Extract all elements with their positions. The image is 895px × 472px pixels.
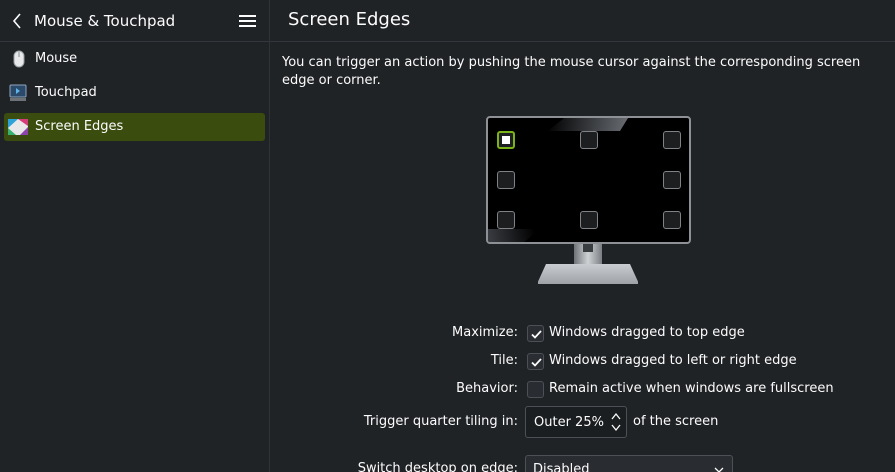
hamburger-menu-button[interactable] xyxy=(238,12,258,30)
edge-bottom-left[interactable] xyxy=(497,211,515,229)
tile-label: Tile: xyxy=(490,353,518,368)
sidebar-item-label: Touchpad xyxy=(35,85,97,100)
checkmark-icon xyxy=(531,358,542,367)
sidebar-title: Mouse & Touchpad xyxy=(34,12,176,30)
quarter-tiling-suffix: of the screen xyxy=(633,414,719,429)
maximize-label: Maximize: xyxy=(452,325,518,340)
sidebar-divider xyxy=(269,0,270,472)
mouse-icon xyxy=(13,50,25,68)
edge-bottom-right[interactable] xyxy=(663,211,681,229)
behavior-checkbox[interactable] xyxy=(527,381,544,398)
touchpad-icon xyxy=(9,84,27,101)
tile-option-label[interactable]: Windows dragged to left or right edge xyxy=(549,353,797,369)
sidebar-item-label: Screen Edges xyxy=(35,119,124,134)
quarter-tiling-label: Trigger quarter tiling in: xyxy=(363,414,518,429)
back-button[interactable] xyxy=(9,11,27,31)
edge-right[interactable] xyxy=(663,171,681,189)
screen-edges-icon xyxy=(8,119,28,135)
chevron-down-icon xyxy=(714,467,724,472)
chevron-left-icon xyxy=(12,13,21,29)
monitor-stand xyxy=(583,244,593,252)
sidebar: Mouse & Touchpad Mouse Touchpad Screen E… xyxy=(0,0,269,472)
monitor-glare xyxy=(488,229,540,242)
edge-bottom[interactable] xyxy=(580,211,598,229)
quarter-tiling-spinbox[interactable]: Outer 25% xyxy=(525,406,627,438)
tile-checkbox[interactable] xyxy=(527,353,544,370)
sidebar-item-label: Mouse xyxy=(35,51,78,66)
sidebar-item-screen-edges[interactable]: Screen Edges xyxy=(4,113,265,141)
checkmark-icon xyxy=(531,330,542,339)
intro-text: You can trigger an action by pushing the… xyxy=(282,55,861,88)
monitor-base xyxy=(538,264,638,284)
behavior-option-label[interactable]: Remain active when windows are fullscree… xyxy=(549,381,834,397)
switch-desktop-combobox[interactable]: Disabled xyxy=(525,455,733,472)
switch-desktop-label: Switch desktop on edge: xyxy=(357,461,518,472)
behavior-label: Behavior: xyxy=(456,381,518,396)
monitor-preview xyxy=(486,116,691,244)
maximize-checkbox[interactable] xyxy=(527,325,544,342)
hamburger-icon xyxy=(239,15,256,27)
edge-top-left[interactable] xyxy=(497,131,515,149)
page-title: Screen Edges xyxy=(288,9,411,30)
edge-top[interactable] xyxy=(580,131,598,149)
sidebar-item-mouse[interactable]: Mouse xyxy=(4,45,265,73)
sidebar-item-touchpad[interactable]: Touchpad xyxy=(4,79,265,107)
sidebar-header: Mouse & Touchpad xyxy=(0,0,269,42)
quarter-tiling-value: Outer 25% xyxy=(534,415,604,430)
edge-left[interactable] xyxy=(497,171,515,189)
up-down-arrows-icon[interactable] xyxy=(610,411,622,433)
maximize-option-label[interactable]: Windows dragged to top edge xyxy=(549,325,745,341)
main-header: Screen Edges xyxy=(270,0,895,42)
monitor-glare xyxy=(548,118,628,131)
edge-top-right[interactable] xyxy=(663,131,681,149)
switch-desktop-value: Disabled xyxy=(533,462,590,472)
